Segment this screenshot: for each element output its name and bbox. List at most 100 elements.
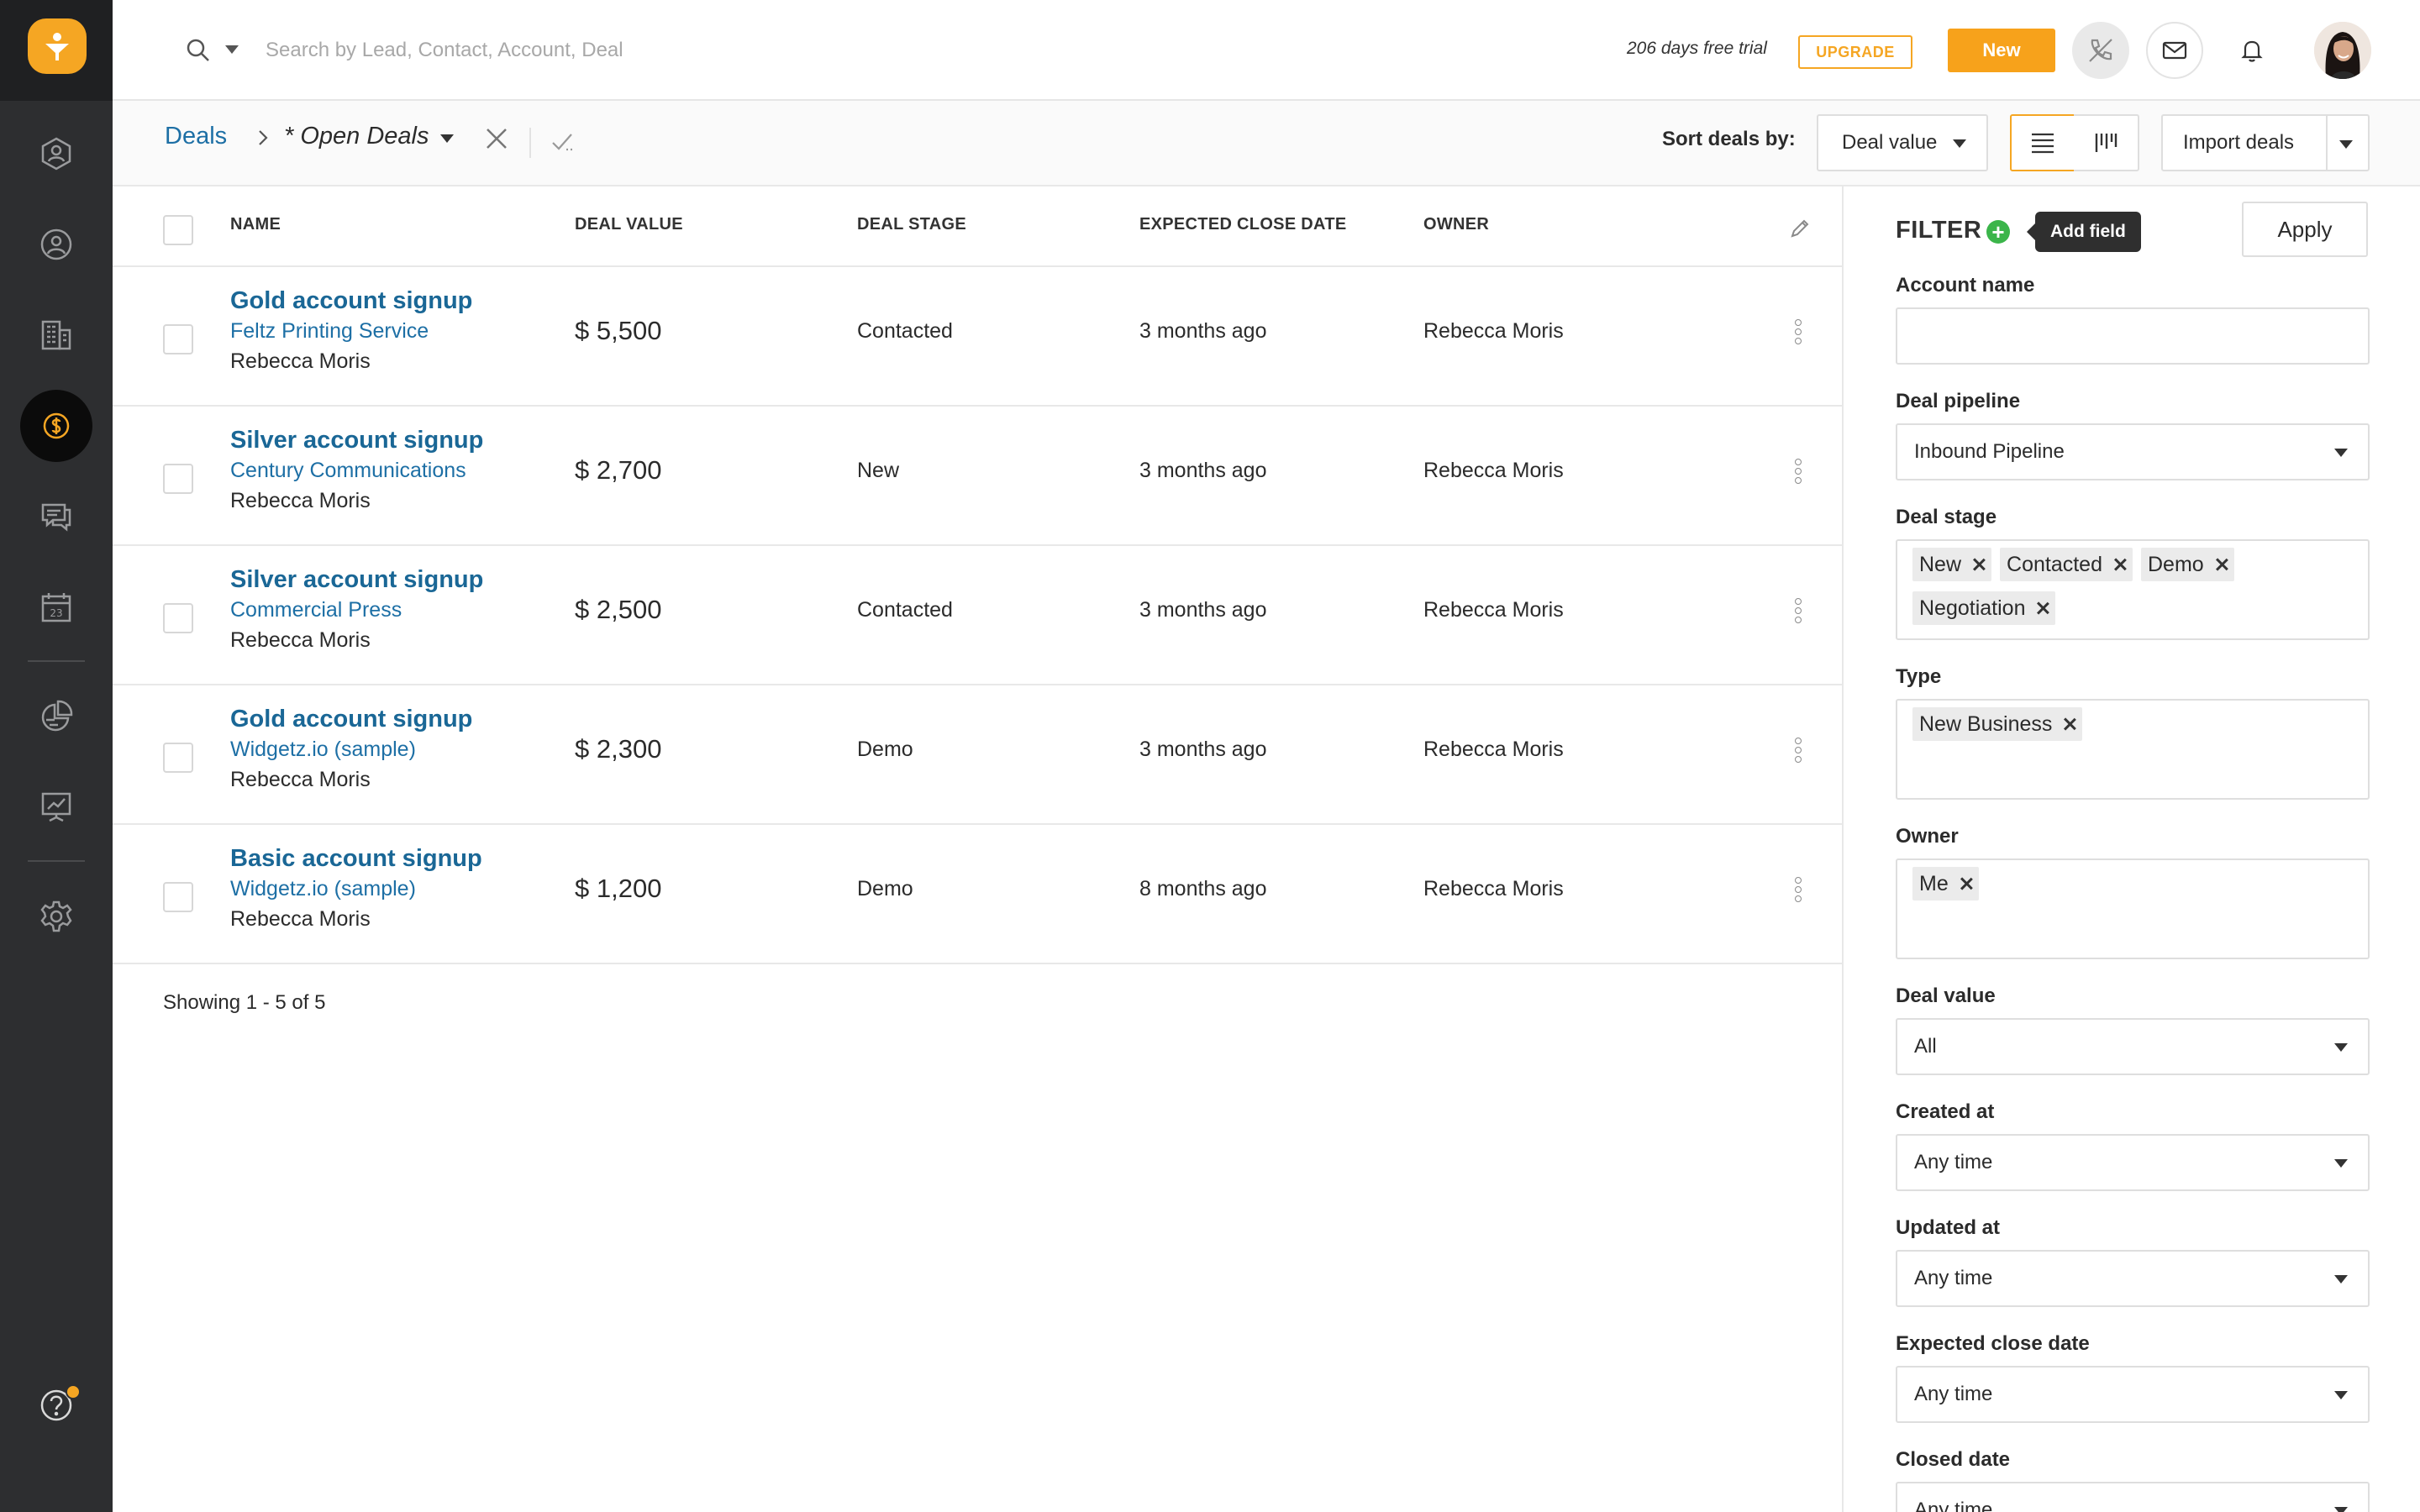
deal-pipeline-select[interactable]: Inbound Pipeline xyxy=(1896,423,2370,480)
view-dropdown-caret[interactable] xyxy=(440,134,454,143)
row-checkbox[interactable] xyxy=(163,743,193,773)
upgrade-button[interactable]: UPGRADE xyxy=(1798,35,1912,69)
remove-tag-icon[interactable] xyxy=(1959,876,1974,891)
created-at-select[interactable]: Any time xyxy=(1896,1134,2370,1191)
account-name-input[interactable] xyxy=(1896,307,2370,365)
settings-icon[interactable] xyxy=(20,880,92,953)
owner-tag-input[interactable]: Me xyxy=(1896,858,2370,959)
reports-icon[interactable] xyxy=(20,680,92,753)
column-header-deal-stage[interactable]: DEAL STAGE xyxy=(857,215,966,234)
deal-value: $ 5,500 xyxy=(575,316,662,345)
closed-date-select[interactable]: Any time xyxy=(1896,1482,2370,1512)
expected-close-date-select[interactable]: Any time xyxy=(1896,1366,2370,1423)
deal-stage: Demo xyxy=(857,877,913,900)
add-field-icon[interactable]: + xyxy=(1986,220,2010,244)
row-checkbox[interactable] xyxy=(163,603,193,633)
updated-at-value: Any time xyxy=(1914,1267,1993,1289)
list-view-icon xyxy=(2032,133,2054,154)
chevron-down-icon[interactable] xyxy=(2339,140,2353,149)
deal-name-link[interactable]: Silver account signup xyxy=(230,566,483,594)
table-row[interactable]: Silver account signup Commercial Press R… xyxy=(113,546,1842,685)
sort-select-value: Deal value xyxy=(1842,131,1938,154)
deal-owner: Rebecca Moris xyxy=(1423,738,1564,761)
deal-account-link[interactable]: Commercial Press xyxy=(230,598,402,622)
deal-value-value: All xyxy=(1914,1035,1937,1058)
notifications-button[interactable] xyxy=(2223,22,2281,79)
help-icon[interactable] xyxy=(20,1369,92,1441)
column-header-deal-value[interactable]: DEAL VALUE xyxy=(575,215,683,234)
deal-value-select[interactable]: All xyxy=(1896,1018,2370,1075)
deal-stage-tag-input[interactable]: New Contacted Demo Negotiation xyxy=(1896,539,2370,640)
search-icon[interactable] xyxy=(183,35,213,66)
list-view-button[interactable] xyxy=(2010,114,2075,171)
deal-name-link[interactable]: Gold account signup xyxy=(230,287,472,315)
new-button[interactable]: New xyxy=(1948,29,2055,72)
deals-icon[interactable] xyxy=(20,390,92,462)
sort-label: Sort deals by: xyxy=(1662,128,1796,150)
check-icon[interactable] xyxy=(548,128,576,156)
row-more-menu-icon[interactable] xyxy=(1791,319,1805,348)
pencil-icon[interactable] xyxy=(1788,217,1812,240)
mail-button[interactable] xyxy=(2146,22,2203,79)
deal-account-link[interactable]: Widgetz.io (sample) xyxy=(230,738,416,762)
import-deals-button[interactable]: Import deals xyxy=(2161,114,2370,171)
breadcrumb-deals-link[interactable]: Deals xyxy=(165,123,227,150)
remove-tag-icon[interactable] xyxy=(2035,601,2050,616)
deal-name-link[interactable]: Gold account signup xyxy=(230,706,472,733)
deal-account-link[interactable]: Feltz Printing Service xyxy=(230,319,429,344)
row-checkbox[interactable] xyxy=(163,324,193,354)
deal-stage: Contacted xyxy=(857,598,953,622)
remove-tag-icon[interactable] xyxy=(2062,717,2077,732)
logo-area xyxy=(0,0,113,101)
expected-close-date-value: Any time xyxy=(1914,1383,1993,1405)
contacts-icon[interactable] xyxy=(20,118,92,190)
deal-name-link[interactable]: Basic account signup xyxy=(230,845,482,873)
row-more-menu-icon[interactable] xyxy=(1791,459,1805,487)
analytics-icon[interactable] xyxy=(20,771,92,843)
deal-account-link[interactable]: Widgetz.io (sample) xyxy=(230,877,416,901)
row-checkbox[interactable] xyxy=(163,464,193,494)
deal-stage: New xyxy=(857,459,900,482)
table-row[interactable]: Silver account signup Century Communicat… xyxy=(113,407,1842,546)
updated-at-select[interactable]: Any time xyxy=(1896,1250,2370,1307)
avatar[interactable] xyxy=(2314,22,2371,79)
row-more-menu-icon[interactable] xyxy=(1791,598,1805,627)
deals-table: NAME DEAL VALUE DEAL STAGE EXPECTED CLOS… xyxy=(113,186,1842,1512)
remove-tag-icon[interactable] xyxy=(2214,557,2229,572)
close-icon[interactable] xyxy=(482,124,511,153)
logo-icon[interactable] xyxy=(28,18,87,74)
table-row[interactable]: Gold account signup Widgetz.io (sample) … xyxy=(113,685,1842,825)
add-field-tooltip: Add field xyxy=(2027,212,2141,252)
current-view-name[interactable]: * Open Deals xyxy=(284,123,429,150)
pagination-summary: Showing 1 - 5 of 5 xyxy=(163,991,326,1014)
phone-button[interactable] xyxy=(2072,22,2129,79)
chevron-down-icon xyxy=(2334,449,2348,457)
calendar-icon[interactable]: 23 xyxy=(20,571,92,643)
column-header-expected-close-date[interactable]: EXPECTED CLOSE DATE xyxy=(1139,215,1346,234)
phone-icon xyxy=(2089,39,2112,62)
row-more-menu-icon[interactable] xyxy=(1791,877,1805,906)
tag-new: New xyxy=(1912,548,1992,581)
conversations-icon[interactable] xyxy=(20,480,92,553)
apply-button[interactable]: Apply xyxy=(2242,202,2368,257)
remove-tag-icon[interactable] xyxy=(1971,557,1986,572)
table-row[interactable]: Basic account signup Widgetz.io (sample)… xyxy=(113,825,1842,964)
account-name-label: Account name xyxy=(1896,274,2035,297)
row-checkbox[interactable] xyxy=(163,882,193,912)
column-header-owner[interactable]: OWNER xyxy=(1423,215,1489,234)
user-icon[interactable] xyxy=(20,208,92,281)
board-view-button[interactable] xyxy=(2074,114,2139,171)
deal-contact: Rebecca Moris xyxy=(230,768,371,791)
remove-tag-icon[interactable] xyxy=(2112,557,2128,572)
table-row[interactable]: Gold account signup Feltz Printing Servi… xyxy=(113,267,1842,407)
sort-select[interactable]: Deal value xyxy=(1817,114,1988,171)
select-all-checkbox[interactable] xyxy=(163,215,193,245)
row-more-menu-icon[interactable] xyxy=(1791,738,1805,766)
type-tag-input[interactable]: New Business xyxy=(1896,699,2370,800)
search-scope-dropdown[interactable] xyxy=(225,45,239,54)
accounts-icon[interactable] xyxy=(20,299,92,371)
column-header-name[interactable]: NAME xyxy=(230,215,281,234)
deal-name-link[interactable]: Silver account signup xyxy=(230,427,483,454)
search-input[interactable] xyxy=(266,30,803,71)
deal-account-link[interactable]: Century Communications xyxy=(230,459,466,483)
